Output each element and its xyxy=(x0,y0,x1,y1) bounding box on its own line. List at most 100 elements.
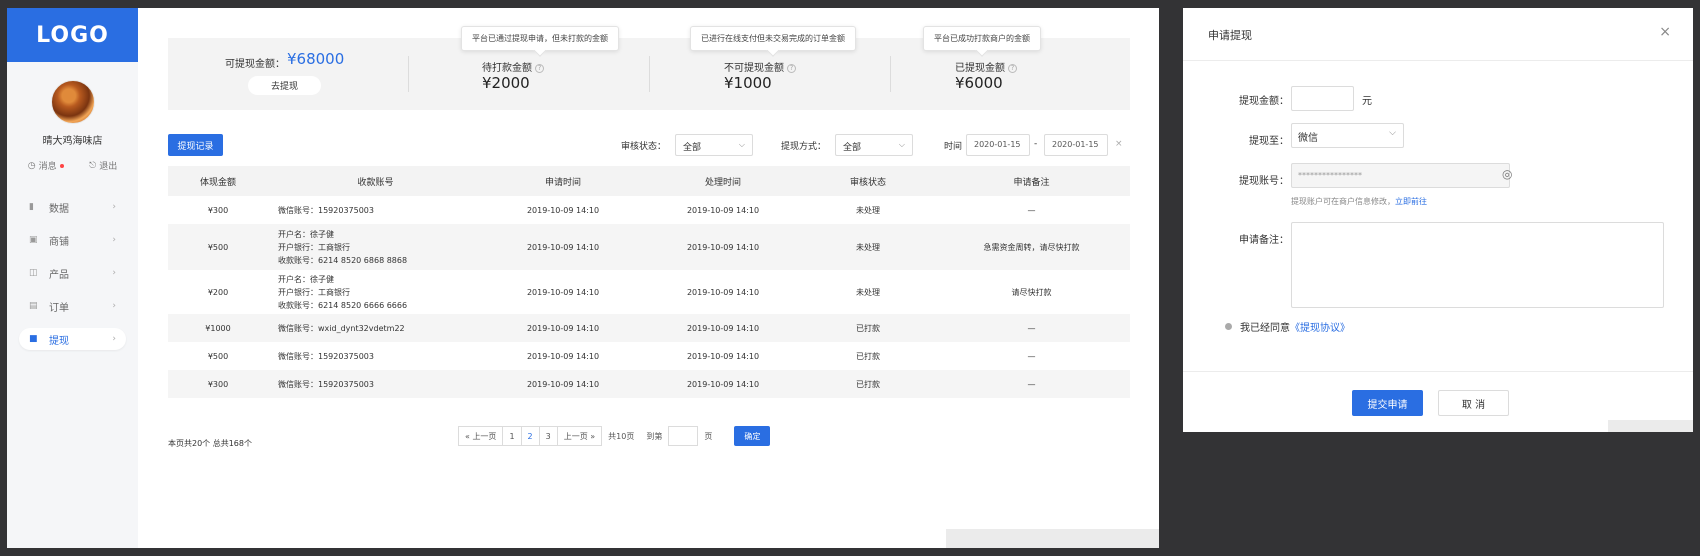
sidebar-item-data[interactable]: ▮ 数据 › xyxy=(19,196,126,218)
table-row: ¥500 微信账号：15920375003 2019-10-09 14:10 2… xyxy=(168,342,1130,370)
amount-cell: ¥300 xyxy=(168,370,268,398)
table-row: ¥200 开户名：徐子健 开户银行：工商银行 收款账号：6214 8520 6666… xyxy=(168,270,1130,314)
dialog-footer: 提交申请 取 消 xyxy=(1183,371,1693,432)
dialog-title: 申请提现 xyxy=(1208,29,1252,42)
page-2-button[interactable]: 2 xyxy=(521,426,540,446)
help-icon[interactable]: ? xyxy=(535,63,544,73)
withdrawn-tooltip: 平台已成功打款商户的金额 xyxy=(923,26,1041,51)
next-page-button[interactable]: 上一页 » xyxy=(557,426,603,446)
pending-amount: 平台已通过提现申请，但未打款的金额 待打款金额? ¥2000 xyxy=(409,26,649,110)
account-hint: 提现账户可在商户信息修改，立即前往 xyxy=(1291,197,1427,206)
messages-link[interactable]: ◷ 消息 xyxy=(28,159,64,172)
sidebar-item-label: 商铺 xyxy=(49,236,69,248)
process-time-cell: 2019-10-09 14:10 xyxy=(686,205,760,215)
apply-time-cell: 2019-10-09 14:10 xyxy=(483,224,643,270)
goto-label: 到第 xyxy=(646,431,663,441)
help-icon[interactable]: ? xyxy=(787,63,796,73)
col-amount: 体现金额 xyxy=(168,166,268,196)
account-cell: 开户名：徐子健 开户银行：工商银行 收款账号：6214 8520 6666 6666 xyxy=(278,274,408,310)
avatar[interactable] xyxy=(50,80,95,124)
status-cell: 未处理 xyxy=(803,224,933,270)
user-actions: ◷ 消息 ⎋ 退出 xyxy=(7,159,138,173)
clear-date-icon[interactable]: × xyxy=(1115,139,1123,149)
agreement-link[interactable]: 《提现协议》 xyxy=(1290,319,1350,334)
eye-off-icon[interactable]: ◎ xyxy=(1502,167,1512,181)
remark-textarea[interactable] xyxy=(1291,222,1664,308)
logout-link[interactable]: ⎋ 退出 xyxy=(89,159,118,173)
logout-icon: ⎋ xyxy=(89,160,97,171)
page-3-button[interactable]: 3 xyxy=(539,426,558,446)
apply-time-cell: 2019-10-09 14:10 xyxy=(483,314,643,342)
goto-confirm-button[interactable]: 确定 xyxy=(734,426,771,446)
sidebar-item-withdraw[interactable]: ■ 提现 › xyxy=(19,328,126,350)
remark-label: 申请备注： xyxy=(1239,235,1289,246)
method-filter-label: 提现方式： xyxy=(781,142,827,152)
remark-row: 申请备注： xyxy=(1183,231,1289,253)
withdraw-records-button[interactable]: 提现记录 xyxy=(168,134,223,156)
col-remark: 申请备注 xyxy=(933,166,1130,196)
close-icon[interactable]: × xyxy=(1659,24,1671,40)
to-label: 提现至： xyxy=(1249,136,1289,147)
go-now-link[interactable]: 立即前往 xyxy=(1395,197,1427,206)
amount-row: 提现金额： xyxy=(1183,88,1289,110)
help-icon[interactable]: ? xyxy=(1008,63,1017,73)
chevron-right-icon: › xyxy=(112,334,116,344)
date-from-input[interactable]: 2020-01-15 xyxy=(966,134,1030,156)
account-label: 提现账号： xyxy=(1239,176,1289,187)
sidebar-item-store[interactable]: ▣ 商铺 › xyxy=(19,229,126,251)
status-cell: 未处理 xyxy=(856,287,880,297)
withdrawn-label: 已提现金额? xyxy=(955,59,1017,74)
amount-input[interactable] xyxy=(1291,86,1354,111)
submit-button[interactable]: 提交申请 xyxy=(1352,390,1423,416)
table-row: ¥300 微信账号：15920375003 2019-10-09 14:10 2… xyxy=(168,196,1130,224)
agreement-radio[interactable] xyxy=(1225,323,1232,330)
sidebar-item-product[interactable]: ◫ 产品 › xyxy=(19,262,126,284)
shop-name: 晴大鸡海味店 xyxy=(42,136,103,147)
account-input[interactable]: **************** xyxy=(1291,163,1510,188)
apply-time-cell: 2019-10-09 14:10 xyxy=(483,370,643,398)
withdraw-to-select[interactable]: 微信 ⌵ xyxy=(1291,123,1404,148)
bar-chart-icon: ▮ xyxy=(29,202,34,212)
withdraw-records-table: 体现金额 收款账号 申请时间 处理时间 审核状态 申请备注 ¥300 微信账号：… xyxy=(168,166,1130,398)
pending-tooltip: 平台已通过提现申请，但未打款的金额 xyxy=(461,26,619,51)
product-icon: ◫ xyxy=(29,268,38,278)
status-select[interactable]: 全部 ⌵ xyxy=(675,134,753,156)
date-separator: - xyxy=(1034,139,1038,149)
remark-cell: — xyxy=(1027,351,1036,361)
withdrawn-value: ¥6000 xyxy=(955,74,1003,92)
withdrawn-amount: 平台已成功打款商户的金额 已提现金额? ¥6000 xyxy=(891,26,1130,110)
process-time-cell: 2019-10-09 14:10 xyxy=(686,287,760,297)
apply-time-cell: 2019-10-09 14:10 xyxy=(526,205,600,215)
account-cell: 开户名：徐子健 开户银行：工商银行 收款账号：6214 8520 6868 8868 xyxy=(268,224,483,270)
status-cell: 已打款 xyxy=(803,370,933,398)
remark-cell: 急需资金周转，请尽快打款 xyxy=(933,224,1130,270)
process-time-cell: 2019-10-09 14:10 xyxy=(686,351,760,361)
method-select[interactable]: 全部 ⌵ xyxy=(835,134,913,156)
cancel-button[interactable]: 取 消 xyxy=(1438,390,1509,416)
scrollbar-corner xyxy=(946,529,1159,548)
prev-page-button[interactable]: « 上一页 xyxy=(458,426,504,446)
goto-page-input[interactable] xyxy=(668,426,699,446)
amount-label: 提现金额： xyxy=(1239,96,1289,107)
order-icon: ▤ xyxy=(29,301,38,311)
store-icon: ▣ xyxy=(29,235,38,245)
amount-cell: ¥300 xyxy=(207,205,229,215)
date-to-input[interactable]: 2020-01-15 xyxy=(1044,134,1108,156)
chevron-down-icon: ⌵ xyxy=(738,140,745,149)
withdraw-button[interactable]: 去提现 xyxy=(248,76,321,95)
chevron-right-icon: › xyxy=(112,268,116,278)
account-row: 提现账号： xyxy=(1183,168,1289,190)
unavailable-amount: 已进行在线支付但未交易完成的订单金额 不可提现金额? ¥1000 xyxy=(650,26,890,110)
remark-cell: — xyxy=(1027,205,1036,215)
unavailable-value: ¥1000 xyxy=(724,74,772,92)
amount-cell: ¥200 xyxy=(207,287,229,297)
status-cell: 已打款 xyxy=(803,314,933,342)
account-cell: 微信账号：15920375003 xyxy=(268,370,483,398)
page-1-button[interactable]: 1 xyxy=(503,426,522,446)
dialog-header: 申请提现 × xyxy=(1183,8,1693,61)
logout-label: 退出 xyxy=(99,162,118,172)
logo: LOGO xyxy=(7,8,138,62)
amount-cell: ¥1000 xyxy=(168,314,268,342)
sidebar-item-order[interactable]: ▤ 订单 › xyxy=(19,295,126,317)
available-label: 可提现金额： xyxy=(225,59,285,70)
